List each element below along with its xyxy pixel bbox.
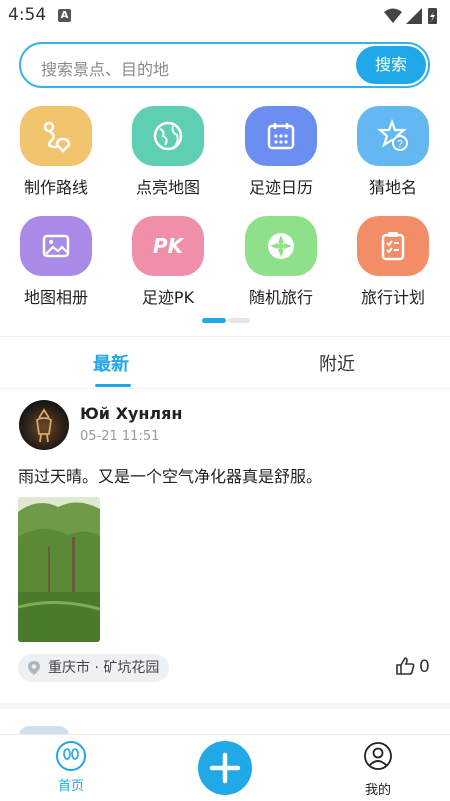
user-icon <box>364 742 392 770</box>
route-icon <box>20 106 92 166</box>
tile-label: 旅行计划 <box>360 288 425 307</box>
thumbs-up-icon <box>396 657 415 675</box>
checklist-icon <box>357 216 429 276</box>
divider <box>0 703 450 709</box>
tile-label: 足迹PK <box>141 288 195 307</box>
page-indicator <box>202 318 252 324</box>
post-text: 雨过天晴。又是一个空气净化器真是舒服。 <box>18 467 323 486</box>
tile-make-route[interactable]: 制作路线 <box>6 106 106 198</box>
calendar-icon <box>245 106 317 166</box>
tile-footprint-calendar[interactable]: 足迹日历 <box>231 106 331 198</box>
like-count: 0 <box>419 657 430 677</box>
svg-text:PK: PK <box>153 234 185 258</box>
notification-badge: A <box>58 9 71 22</box>
nav-home-label: 首页 <box>57 779 84 794</box>
tile-map-album[interactable]: 地图相册 <box>6 216 106 308</box>
tile-label: 随机旅行 <box>248 288 313 307</box>
search-input[interactable]: 搜索景点、目的地 <box>41 56 169 80</box>
tab-underline <box>95 384 131 387</box>
nav-home[interactable]: 首页 <box>46 741 96 794</box>
status-time: 4:54 <box>8 5 47 25</box>
tile-label: 点亮地图 <box>135 178 200 197</box>
tile-label: 猜地名 <box>368 178 417 197</box>
wifi-icon <box>384 8 402 23</box>
signal-icon <box>406 8 422 24</box>
tile-random-travel[interactable]: 随机旅行 <box>231 216 331 308</box>
tile-travel-plan[interactable]: 旅行计划 <box>343 216 443 308</box>
tab-nearby[interactable]: 附近 <box>319 350 355 376</box>
tab-latest[interactable]: 最新 <box>93 350 129 376</box>
svg-text:?: ? <box>397 139 403 150</box>
photo-icon <box>20 216 92 276</box>
tile-footprint-pk[interactable]: PK 足迹PK <box>118 216 218 308</box>
nav-mine-label: 我的 <box>364 783 391 798</box>
plus-icon <box>209 752 241 784</box>
divider <box>0 388 450 389</box>
post-photo[interactable] <box>18 497 100 642</box>
pk-icon: PK <box>132 216 204 276</box>
location-label: 重庆市 · 矿坑花园 <box>48 660 160 676</box>
tile-label: 制作路线 <box>23 178 88 197</box>
status-bar: 4:54 A <box>0 0 450 32</box>
search-button[interactable]: 搜索 <box>356 46 426 84</box>
location-tag[interactable]: 重庆市 · 矿坑花园 <box>18 654 170 682</box>
tile-label: 足迹日历 <box>248 178 313 197</box>
status-icons <box>384 8 437 24</box>
globe-icon <box>132 106 204 166</box>
indicator-inactive <box>228 318 250 323</box>
like-button[interactable]: 0 <box>395 656 435 680</box>
tile-label: 地图相册 <box>23 288 88 307</box>
post-time: 05-21 11:51 <box>80 429 160 444</box>
wheel-icon <box>245 216 317 276</box>
add-post-button[interactable] <box>198 741 252 795</box>
avatar[interactable] <box>19 400 69 450</box>
location-pin-icon <box>28 661 40 675</box>
indicator-active <box>202 318 226 323</box>
bottom-nav: 首页 我的 <box>0 734 450 801</box>
nav-mine[interactable]: 我的 <box>353 741 403 798</box>
divider <box>0 336 450 337</box>
tile-light-map[interactable]: 点亮地图 <box>118 106 218 198</box>
star-question-icon: ? <box>357 106 429 166</box>
search-bar[interactable]: 搜索景点、目的地 搜索 <box>19 42 430 88</box>
post-username[interactable]: Юй Хунлян <box>80 404 182 423</box>
footprint-icon <box>56 741 86 771</box>
tile-guess-place[interactable]: ? 猜地名 <box>343 106 443 198</box>
